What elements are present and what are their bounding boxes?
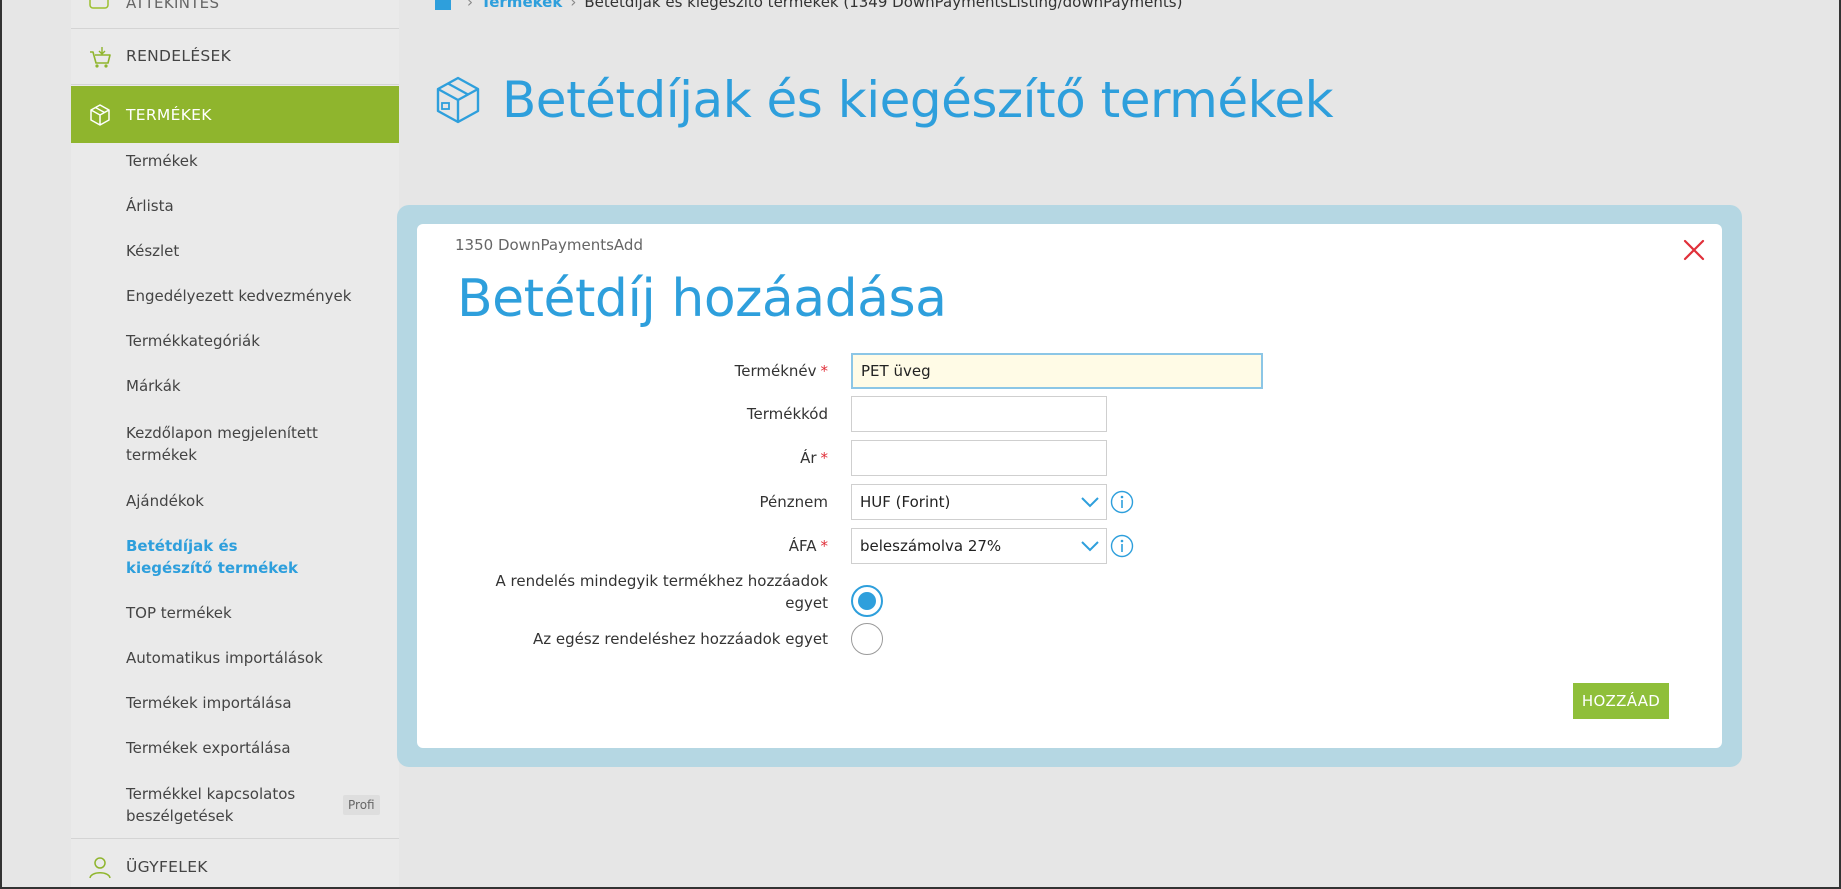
add-deposit-modal: 1350 DownPaymentsAdd Betétdíj hozáadása … [417, 224, 1722, 748]
home-icon[interactable] [435, 0, 451, 10]
box-icon [436, 76, 480, 124]
info-icon[interactable] [1110, 490, 1134, 514]
breadcrumb: › Termékek › Betétdíjak és kiegészítő termé… [435, 0, 1182, 11]
add-button[interactable]: HOZZÁAD [1573, 683, 1669, 719]
vat-label: ÁFA * [788, 537, 828, 555]
close-icon[interactable] [1680, 236, 1708, 264]
sidebar-item-overview[interactable]: ÁTTEKINTÉS [71, 0, 399, 29]
chevron-down-icon [1081, 497, 1099, 508]
dashboard-icon [89, 0, 109, 9]
vat-select[interactable]: beleszámolva 27% [851, 528, 1107, 564]
cart-icon [90, 47, 111, 68]
sidebar-item-label: RENDELÉSEK [126, 47, 232, 65]
sidebar: ÁTTEKINTÉS RENDELÉSEK TERMÉKEK Termékek … [71, 0, 399, 887]
submenu-item-discounts[interactable]: Engedélyezett kedvezmények [126, 285, 396, 307]
product-name-label: Terméknév * [734, 362, 828, 380]
price-label: Ár * [800, 449, 828, 467]
breadcrumb-link-products[interactable]: Termékek [481, 0, 562, 11]
modal-id-label: 1350 DownPaymentsAdd [455, 236, 643, 254]
product-name-input[interactable] [851, 353, 1263, 389]
price-input[interactable] [851, 440, 1107, 476]
user-icon [89, 857, 111, 879]
submenu-item-auto-imports[interactable]: Automatikus importálások [126, 647, 396, 669]
currency-select[interactable]: HUF (Forint) [851, 484, 1107, 520]
info-icon[interactable] [1110, 534, 1134, 558]
submenu-item-products[interactable]: Termékek [126, 150, 396, 172]
sidebar-item-orders[interactable]: RENDELÉSEK [71, 28, 399, 85]
product-code-input[interactable] [851, 396, 1107, 432]
page-title: Betétdíjak és kiegészítő termékek [502, 71, 1334, 129]
box-icon [90, 104, 110, 126]
submenu-item-stock[interactable]: Készlet [126, 240, 396, 262]
radio-each-label: A rendelés mindegyik termékhez hozzáadok… [495, 572, 828, 612]
submenu-item-gifts[interactable]: Ajándékok [126, 490, 396, 512]
plan-badge: Profi [343, 795, 380, 815]
submenu-item-categories[interactable]: Termékkategóriák [126, 330, 396, 352]
submenu-item-price-list[interactable]: Árlista [126, 195, 396, 217]
product-code-label: Termékkód [746, 405, 828, 423]
radio-whole-order[interactable] [851, 623, 883, 655]
sidebar-item-products[interactable]: TERMÉKEK [71, 86, 399, 143]
currency-selected-value: HUF (Forint) [860, 493, 951, 511]
radio-each-product[interactable] [851, 585, 883, 617]
submenu-item-deposits[interactable]: Betétdíjak és kiegészítő termékek [126, 535, 326, 579]
radio-whole-label: Az egész rendeléshez hozzáadok egyet [533, 630, 828, 648]
currency-label: Pénznem [759, 493, 828, 511]
submenu-item-export[interactable]: Termékek exportálása [126, 737, 396, 759]
submenu-item-brands[interactable]: Márkák [126, 375, 396, 397]
sidebar-item-label: TERMÉKEK [126, 105, 212, 124]
submenu-item-conversations[interactable]: Termékkel kapcsolatos beszélgetések [126, 783, 326, 827]
sidebar-item-label: ÁTTEKINTÉS [126, 0, 220, 12]
submenu-item-import[interactable]: Termékek importálása [126, 692, 396, 714]
submenu-item-top-products[interactable]: TOP termékek [126, 602, 396, 624]
chevron-down-icon [1081, 541, 1099, 552]
vat-selected-value: beleszámolva 27% [860, 537, 1002, 555]
modal-title: Betétdíj hozáadása [457, 269, 947, 329]
page-header: Betétdíjak és kiegészítő termékek [432, 71, 1334, 129]
window-frame-left [0, 0, 2, 889]
sidebar-item-label: ÜGYFELEK [126, 858, 208, 876]
sidebar-item-clients[interactable]: ÜGYFELEK [71, 838, 399, 887]
submenu-item-homepage-products[interactable]: Kezdőlapon megjelenített termékek [126, 422, 326, 466]
breadcrumb-current: Betétdíjak és kiegészítő termékek (1349 … [584, 0, 1183, 11]
